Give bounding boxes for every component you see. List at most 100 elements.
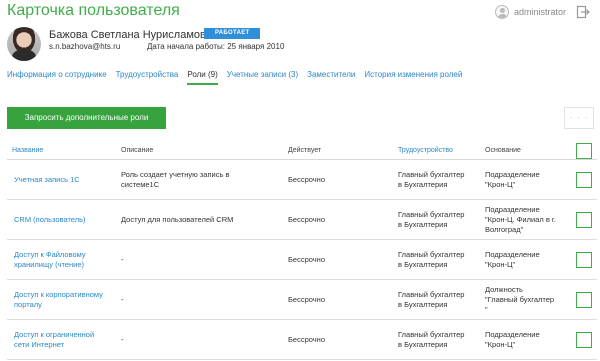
role-basis-line: Подразделение — [485, 250, 540, 259]
column-header-employment[interactable]: Трудоустройство — [398, 147, 453, 154]
request-roles-button[interactable]: Запросить дополнительные роли — [7, 107, 166, 129]
more-button[interactable]: · · · — [564, 107, 594, 129]
role-description-line: системе1С — [121, 180, 160, 189]
roles-table: Название Описание Действует Трудоустройс… — [7, 143, 597, 360]
column-header-valid: Действует — [288, 147, 322, 154]
role-employment-line: Главный бухгалтер — [398, 290, 465, 299]
user-full-name: Бажова Светлана Нурисламовна — [49, 29, 219, 41]
table-row: Доступ к Файловому хранилищу (чтение) - Бес… — [7, 240, 597, 280]
column-header-name[interactable]: Название — [12, 147, 43, 154]
role-basis-line: Подразделение — [485, 205, 540, 214]
page-title: Карточка пользователя — [7, 2, 180, 19]
role-name-line[interactable]: Учетная запись 1С — [14, 175, 80, 185]
role-employment-line: в Бухгалтерия — [398, 260, 448, 269]
tab-deputies[interactable]: Заместители — [307, 70, 355, 84]
role-validity: Бессрочно — [288, 335, 325, 344]
role-basis: Подразделение "Крон-Ц" — [485, 170, 540, 190]
role-name-line[interactable]: сети Интернет — [14, 340, 94, 350]
logout-icon[interactable] — [576, 5, 590, 19]
role-basis-line: " — [485, 305, 488, 314]
role-basis-line: "Главный бухгалтер — [485, 295, 555, 304]
row-checkbox[interactable] — [576, 332, 592, 348]
top-bar: Карточка пользователя administrator — [0, 0, 600, 26]
role-employment-line: Главный бухгалтер — [398, 250, 465, 259]
role-basis-line: "Крон-Ц" — [485, 260, 516, 269]
role-description: Роль создает учетную запись в системе1С — [121, 170, 229, 190]
tab-roles[interactable]: Роли (9) — [187, 70, 219, 85]
tab-role-history[interactable]: История изменения ролей — [364, 70, 462, 84]
role-employment-line: Главный бухгалтер — [398, 330, 465, 339]
role-name-line[interactable]: CRM (пользователь) — [14, 215, 86, 225]
tab-bar: Информация о сотруднике Трудоустройства … — [7, 70, 471, 85]
role-employment-line: в Бухгалтерия — [398, 220, 448, 229]
role-validity: Бессрочно — [288, 175, 325, 184]
status-badge: РАБОТАЕТ — [204, 28, 261, 39]
role-validity: Бессрочно — [288, 255, 325, 264]
table-row: Доступ к ограниченной сети Интернет - Бесср… — [7, 320, 597, 360]
select-all-checkbox[interactable] — [576, 143, 592, 159]
role-employment-line: Главный бухгалтер — [398, 170, 465, 179]
role-employment: Главный бухгалтер в Бухгалтерия — [398, 330, 464, 350]
role-name[interactable]: Учетная запись 1С — [14, 175, 80, 185]
role-name[interactable]: Доступ к Файловому хранилищу (чтение) — [14, 250, 86, 270]
role-name[interactable]: Доступ к корпоративному порталу — [14, 290, 103, 310]
role-description-line: - — [121, 335, 124, 344]
role-basis-line: "Крон-Ц" — [485, 340, 516, 349]
profile-header: Бажова Светлана Нурисламовна РАБОТАЕТ s.… — [7, 27, 593, 61]
role-validity: Бессрочно — [288, 215, 325, 224]
role-employment: Главный бухгалтер в Бухгалтерия — [398, 210, 464, 230]
table-row: Доступ к корпоративному порталу - Бессрочно… — [7, 280, 597, 320]
row-checkbox[interactable] — [576, 252, 592, 268]
role-description: - — [121, 255, 124, 265]
role-basis: Подразделение "Крон-Ц" — [485, 250, 540, 270]
role-basis-line: "Крон-Ц" — [485, 180, 516, 189]
role-basis-line: Волгоград" — [485, 225, 524, 234]
row-checkbox[interactable] — [576, 212, 592, 228]
role-description: Доступ для пользователей CRM — [121, 215, 233, 225]
role-description-line: Роль создает учетную запись в — [121, 170, 230, 179]
role-employment: Главный бухгалтер в Бухгалтерия — [398, 170, 464, 190]
table-header: Название Описание Действует Трудоустройс… — [7, 143, 597, 160]
role-name-line[interactable]: хранилищу (чтение) — [14, 260, 86, 270]
role-validity: Бессрочно — [288, 295, 325, 304]
role-description: - — [121, 295, 124, 305]
table-row: Учетная запись 1С Роль создает учетную за… — [7, 160, 597, 200]
user-menu[interactable]: administrator — [494, 5, 566, 19]
role-name-line[interactable]: Доступ к корпоративному — [14, 290, 103, 300]
user-email: s.n.bazhova@hts.ru — [49, 42, 121, 51]
role-basis: Подразделение "Крон-Ц. Филиал в г. Волгогр… — [485, 205, 556, 235]
role-name-line[interactable]: Доступ к ограниченной — [14, 330, 94, 340]
role-name-line[interactable]: Доступ к Файловому — [14, 250, 86, 260]
role-description-line: - — [121, 295, 124, 304]
user-icon — [494, 5, 509, 19]
column-header-description: Описание — [121, 147, 154, 154]
role-basis-line: Подразделение — [485, 170, 540, 179]
tab-employments[interactable]: Трудоустройства — [116, 70, 179, 84]
role-description-line: Доступ для пользователей CRM — [121, 215, 234, 224]
role-employment: Главный бухгалтер в Бухгалтерия — [398, 290, 464, 310]
row-checkbox[interactable] — [576, 172, 592, 188]
role-name[interactable]: CRM (пользователь) — [14, 215, 86, 225]
role-employment-line: Главный бухгалтер — [398, 210, 465, 219]
role-name[interactable]: Доступ к ограниченной сети Интернет — [14, 330, 94, 350]
role-basis-line: "Крон-Ц. Филиал в г. — [485, 215, 556, 224]
role-basis-line: Подразделение — [485, 330, 540, 339]
tab-employee-info[interactable]: Информация о сотруднике — [7, 70, 107, 84]
role-description: - — [121, 335, 124, 345]
role-employment-line: в Бухгалтерия — [398, 340, 448, 349]
role-basis: Должность "Главный бухгалтер " — [485, 285, 554, 315]
avatar — [7, 27, 41, 61]
start-date: Дата начала работы: 25 января 2010 — [147, 42, 285, 51]
tab-accounts[interactable]: Учетные записи (3) — [227, 70, 298, 84]
role-employment: Главный бухгалтер в Бухгалтерия — [398, 250, 464, 270]
role-employment-line: в Бухгалтерия — [398, 180, 448, 189]
role-employment-line: в Бухгалтерия — [398, 300, 448, 309]
role-basis-line: Должность — [485, 285, 523, 294]
column-header-basis: Основание — [485, 147, 521, 154]
role-description-line: - — [121, 255, 124, 264]
table-row: CRM (пользователь) Доступ для пользовател… — [7, 200, 597, 240]
role-name-line[interactable]: порталу — [14, 300, 103, 310]
username[interactable]: administrator — [514, 7, 566, 17]
role-basis: Подразделение "Крон-Ц" — [485, 330, 540, 350]
row-checkbox[interactable] — [576, 292, 592, 308]
